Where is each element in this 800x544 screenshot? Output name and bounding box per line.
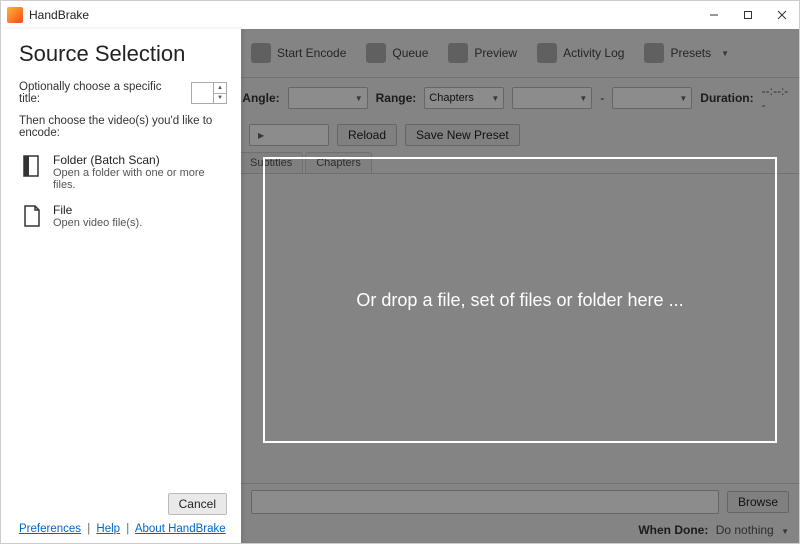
help-link[interactable]: Help bbox=[96, 523, 120, 535]
about-link[interactable]: About HandBrake bbox=[135, 523, 226, 535]
close-button[interactable] bbox=[765, 1, 799, 29]
minimize-button[interactable] bbox=[697, 1, 731, 29]
source-option-file-title: File bbox=[53, 203, 142, 217]
instruction-text: Then choose the video(s) you'd like to e… bbox=[19, 115, 227, 139]
optional-title-row: Optionally choose a specific title: ▲ ▼ bbox=[19, 81, 227, 105]
maximize-button[interactable] bbox=[731, 1, 765, 29]
optional-title-label: Optionally choose a specific title: bbox=[19, 81, 185, 105]
source-selection-overlay: Source Selection Optionally choose a spe… bbox=[1, 29, 799, 543]
source-option-folder-title: Folder (Batch Scan) bbox=[53, 153, 225, 167]
title-number-spinner[interactable]: ▲ ▼ bbox=[191, 82, 227, 104]
drop-zone-text: Or drop a file, set of files or folder h… bbox=[356, 290, 683, 311]
source-option-folder[interactable]: Folder (Batch Scan) Open a folder with o… bbox=[19, 147, 227, 197]
spinner-up-button[interactable]: ▲ bbox=[214, 83, 226, 94]
title-number-input[interactable] bbox=[192, 83, 213, 103]
folder-icon bbox=[21, 153, 43, 179]
cancel-button[interactable]: Cancel bbox=[168, 493, 227, 515]
drop-zone[interactable]: Or drop a file, set of files or folder h… bbox=[263, 157, 777, 443]
overlay-dim: Or drop a file, set of files or folder h… bbox=[241, 29, 799, 543]
file-icon bbox=[21, 203, 43, 229]
source-selection-panel: Source Selection Optionally choose a spe… bbox=[1, 29, 241, 543]
source-option-file[interactable]: File Open video file(s). bbox=[19, 197, 227, 235]
source-selection-heading: Source Selection bbox=[19, 41, 227, 67]
spinner-down-button[interactable]: ▼ bbox=[214, 94, 226, 104]
app-icon bbox=[7, 7, 23, 23]
source-option-file-sub: Open video file(s). bbox=[53, 217, 142, 229]
title-bar: HandBrake bbox=[1, 1, 799, 30]
footer-links: Preferences | Help | About HandBrake bbox=[19, 523, 227, 535]
window-title: HandBrake bbox=[29, 8, 89, 22]
source-option-folder-sub: Open a folder with one or more files. bbox=[53, 167, 225, 191]
preferences-link[interactable]: Preferences bbox=[19, 523, 81, 535]
